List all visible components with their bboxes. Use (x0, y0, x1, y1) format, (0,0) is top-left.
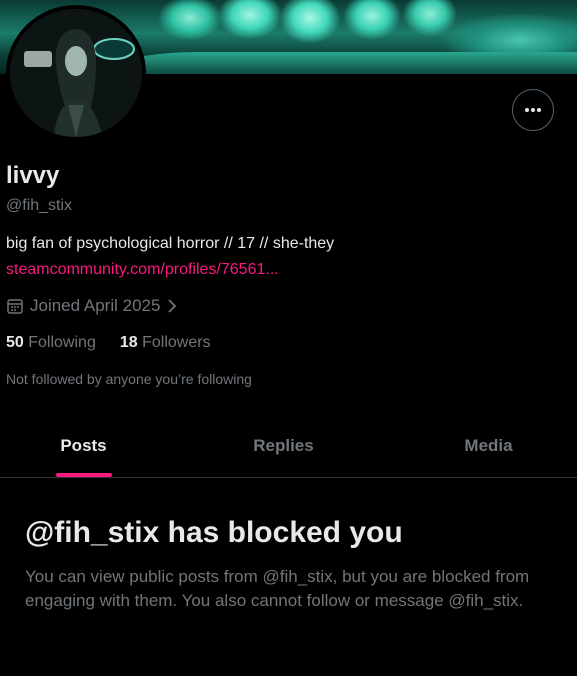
more-options-button[interactable] (512, 89, 554, 131)
active-tab-indicator (55, 473, 112, 477)
tab-replies-label: Replies (253, 435, 314, 455)
joined-label: Joined April 2025 (30, 296, 161, 315)
profile-tabs: Posts Replies Media (0, 414, 577, 478)
calendar-icon (7, 299, 23, 314)
avatar[interactable] (6, 5, 146, 141)
followers-link[interactable]: 18 Followers (120, 334, 211, 352)
follow-stats: 50 Following 18 Followers (6, 334, 211, 352)
joined-date[interactable]: Joined April 2025 (6, 296, 178, 316)
followers-count: 18 (119, 334, 138, 351)
profile-link[interactable]: steamcommunity.com/profiles/76561... (6, 261, 279, 279)
blocked-title: @fih_stix has blocked you (25, 516, 403, 549)
following-link[interactable]: 50 Following (6, 334, 96, 352)
banner-art-detail (120, 52, 577, 74)
tab-posts-label: Posts (60, 435, 107, 455)
following-count: 50 (6, 334, 24, 351)
profile-handle: @fih_stix (6, 197, 73, 214)
profile-bio: big fan of psychological horror // 17 //… (6, 235, 335, 252)
chevron-right-icon (168, 299, 177, 313)
tab-replies[interactable]: Replies (167, 414, 400, 477)
avatar-art (10, 9, 142, 137)
tab-media-label: Media (464, 435, 513, 455)
not-followed-notice: Not followed by anyone you’re following (6, 371, 252, 387)
more-horizontal-icon (525, 108, 541, 112)
following-label: Following (28, 334, 96, 351)
profile-name: livvy (6, 162, 60, 189)
tab-media[interactable]: Media (400, 414, 577, 477)
tab-posts[interactable]: Posts (0, 414, 167, 477)
blocked-message: You can view public posts from @fih_stix… (25, 567, 530, 610)
followers-label: Followers (142, 334, 211, 351)
